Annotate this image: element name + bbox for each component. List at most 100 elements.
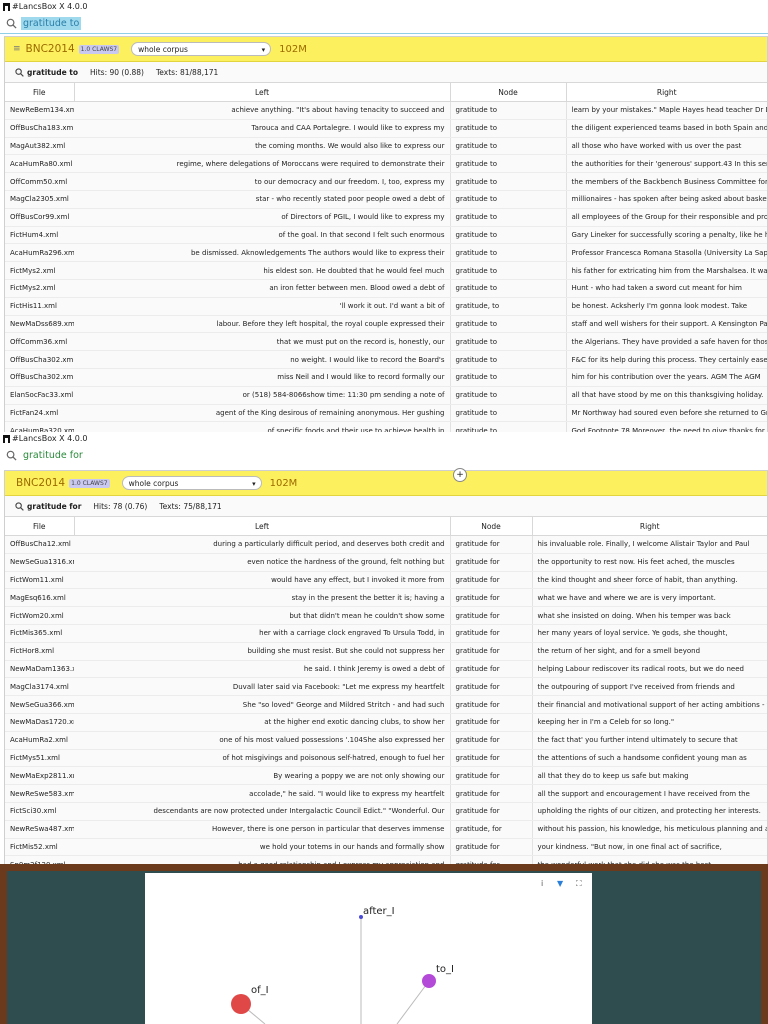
- column-header-node[interactable]: Node: [449, 516, 532, 536]
- node-cell[interactable]: gratitude for: [449, 677, 533, 697]
- graph-node-of-I[interactable]: [231, 994, 251, 1014]
- right-context-cell[interactable]: the outpouring of support I've received …: [532, 677, 767, 697]
- file-cell[interactable]: OffComm50.xml: [5, 172, 74, 191]
- node-cell[interactable]: gratitude to: [449, 332, 567, 352]
- left-context-cell[interactable]: had a good relationship and I express my…: [74, 855, 450, 864]
- left-context-cell[interactable]: no weight. I would like to record the Bo…: [74, 350, 450, 369]
- table-row[interactable]: OffComm36.xml that we must put on the rec…: [5, 332, 767, 352]
- file-cell[interactable]: AcaHumRa320.xml: [5, 421, 74, 432]
- left-context-cell[interactable]: However, there is one person in particul…: [74, 820, 450, 839]
- right-context-cell[interactable]: Professor Francesca Romana Stasolla (Uni…: [566, 243, 767, 263]
- table-row[interactable]: FictHum4.xml of the goal. In that second …: [5, 226, 767, 245]
- right-context-cell[interactable]: all that they do to keep us safe but mak…: [532, 766, 767, 786]
- left-context-cell[interactable]: we hold your totems in our hands and for…: [74, 838, 450, 857]
- node-cell[interactable]: gratitude to: [449, 368, 567, 387]
- left-context-cell[interactable]: labour. Before they left hospital, the r…: [74, 315, 450, 334]
- right-context-cell[interactable]: her many years of loyal service. Ye gods…: [532, 624, 767, 643]
- left-context-cell[interactable]: 'll work it out. I'd want a bit of: [74, 297, 450, 316]
- corpus-name[interactable]: BNC2014: [16, 477, 65, 489]
- node-cell[interactable]: gratitude to: [449, 243, 567, 263]
- file-cell[interactable]: FictHor8.xml: [5, 642, 74, 661]
- table-row[interactable]: OffBusCha302.xml no weight. I would like …: [5, 350, 767, 369]
- node-cell[interactable]: gratitude for: [449, 838, 533, 857]
- node-cell[interactable]: gratitude for: [449, 749, 533, 768]
- drag-handle-icon[interactable]: ≡: [13, 44, 21, 54]
- node-cell[interactable]: gratitude to: [449, 386, 567, 405]
- table-row[interactable]: NewReSwe583.xml accolade," he said. "I wo…: [5, 784, 767, 803]
- node-cell[interactable]: gratitude, to: [449, 297, 567, 316]
- left-context-cell[interactable]: building she must resist. But she could …: [74, 642, 450, 661]
- table-row[interactable]: FictMys2.xml his eldest son. He doubted t…: [5, 261, 767, 280]
- file-cell[interactable]: FictWom11.xml: [5, 571, 74, 590]
- left-context-cell[interactable]: the coming months. We would also like to…: [74, 137, 450, 156]
- right-context-cell[interactable]: the diligent experienced teams based in …: [566, 119, 767, 138]
- file-cell[interactable]: OffBusCha302.xml: [5, 350, 74, 369]
- file-cell[interactable]: NewMaDas1720.xml: [5, 713, 74, 732]
- right-context-cell[interactable]: him for his contribution over the years.…: [566, 368, 767, 387]
- left-context-cell[interactable]: but that didn't mean he couldn't show so…: [74, 606, 450, 625]
- file-cell[interactable]: NewSeGua366.xml: [5, 695, 74, 714]
- left-context-cell[interactable]: that we must put on the record is, hones…: [74, 332, 450, 352]
- file-cell[interactable]: NewSeGua1316.xml: [5, 553, 74, 572]
- right-context-cell[interactable]: Mr Northway had soured even before she r…: [566, 404, 767, 423]
- table-row[interactable]: FictWom11.xml would have any effect, but …: [5, 571, 767, 590]
- table-row[interactable]: NewReBem134.xml achieve anything. "It's a…: [5, 101, 767, 120]
- right-context-cell[interactable]: upholding the rights of our citizen, and…: [532, 802, 767, 821]
- table-row[interactable]: MagEsq616.xml stay in the present the bet…: [5, 588, 767, 608]
- right-context-cell[interactable]: his father for extricating him from the …: [566, 261, 767, 280]
- left-context-cell[interactable]: of Directors of PGIL, I would like to ex…: [74, 208, 450, 227]
- left-context-cell[interactable]: he said. I think Jeremy is owed a debt o…: [74, 660, 450, 679]
- node-cell[interactable]: gratitude for: [449, 802, 533, 821]
- right-context-cell[interactable]: all that have stood by me on this thanks…: [566, 386, 767, 405]
- table-row[interactable]: FictMys2.xml an iron fetter between men. …: [5, 279, 767, 298]
- node-cell[interactable]: gratitude for: [449, 606, 533, 625]
- right-context-cell[interactable]: Hunt - who had taken a sword cut meant f…: [566, 279, 767, 298]
- file-cell[interactable]: NewMaDam1363.xml: [5, 660, 74, 679]
- left-context-cell[interactable]: stay in the present the better it is; ha…: [74, 588, 450, 608]
- table-row[interactable]: OffComm50.xml to our democracy and our fr…: [5, 172, 767, 191]
- search-input[interactable]: gratitude to: [21, 16, 82, 30]
- node-cell[interactable]: gratitude to: [449, 190, 567, 209]
- left-context-cell[interactable]: of specific foods and their use to achie…: [74, 421, 450, 432]
- column-header-left[interactable]: Left: [73, 516, 450, 536]
- file-cell[interactable]: FictHum4.xml: [5, 226, 74, 245]
- file-cell[interactable]: NewReSwe583.xml: [5, 784, 74, 803]
- file-cell[interactable]: MagCla2305.xml: [5, 190, 74, 209]
- left-context-cell[interactable]: miss Neil and I would like to record for…: [74, 368, 450, 387]
- node-cell[interactable]: gratitude to: [449, 261, 567, 280]
- table-row[interactable]: AcaHumRa2.xml one of his most valued poss…: [5, 731, 767, 750]
- table-row[interactable]: OffBusCha12.xml during a particularly dif…: [5, 535, 767, 554]
- right-context-cell[interactable]: the authorities for their 'generous' sup…: [566, 154, 767, 174]
- table-row[interactable]: AcaHumRa80.xml regime, where delegations …: [5, 154, 767, 174]
- left-context-cell[interactable]: regime, where delegations of Moroccans w…: [74, 154, 450, 174]
- left-context-cell[interactable]: one of his most valued possessions '.104…: [74, 731, 450, 750]
- left-context-cell[interactable]: during a particularly difficult period, …: [74, 535, 450, 554]
- table-row[interactable]: OffBusCor99.xml of Directors of PGIL, I w…: [5, 208, 767, 227]
- table-row[interactable]: OffBusCha302.xml miss Neil and I would li…: [5, 368, 767, 387]
- file-cell[interactable]: FictSci30.xml: [5, 802, 74, 821]
- table-row[interactable]: MagAut382.xml the coming months. We would…: [5, 137, 767, 156]
- file-cell[interactable]: FictHis11.xml: [5, 297, 74, 316]
- left-context-cell[interactable]: his eldest son. He doubted that he would…: [74, 261, 450, 280]
- table-row[interactable]: NewSeGua1316.xmleven notice the hardness…: [5, 553, 767, 572]
- table-row[interactable]: AcaHumRa296.xml be dismissed. Aknowledgem…: [5, 243, 767, 263]
- file-cell[interactable]: FictMys51.xml: [5, 749, 74, 768]
- right-context-cell[interactable]: what she insisted on doing. When his tem…: [532, 606, 767, 625]
- left-context-cell[interactable]: Tarouca and CAA Portalegre. I would like…: [74, 119, 450, 138]
- left-context-cell[interactable]: of the goal. In that second I felt such …: [74, 226, 450, 245]
- node-cell[interactable]: gratitude for: [449, 553, 533, 572]
- right-context-cell[interactable]: helping Labour rediscover its radical ro…: [532, 660, 767, 679]
- table-row[interactable]: FictWom20.xml but that didn't mean he cou…: [5, 606, 767, 625]
- right-context-cell[interactable]: the return of her sight, and for a smell…: [532, 642, 767, 661]
- table-row[interactable]: Sp0m2f120.xmlhad a good relationship and…: [5, 855, 767, 864]
- file-cell[interactable]: NewMaDss689.xml: [5, 315, 74, 334]
- table-row[interactable]: FictSci30.xml descendants are now protect…: [5, 802, 767, 821]
- file-cell[interactable]: NewMaExp2811.xml: [5, 766, 74, 786]
- table-row[interactable]: ElanSocFac33.xml or (518) 584-8066show ti…: [5, 386, 767, 405]
- column-header-left[interactable]: Left: [73, 82, 450, 102]
- right-context-cell[interactable]: learn by your mistakes." Maple Hayes hea…: [566, 101, 767, 120]
- table-row[interactable]: FictMis365.xml her with a carriage clock …: [5, 624, 767, 643]
- left-context-cell[interactable]: agent of the King desirous of remaining …: [74, 404, 450, 423]
- node-cell[interactable]: gratitude for: [449, 784, 533, 803]
- right-context-cell[interactable]: the kind thought and sheer force of habi…: [532, 571, 767, 590]
